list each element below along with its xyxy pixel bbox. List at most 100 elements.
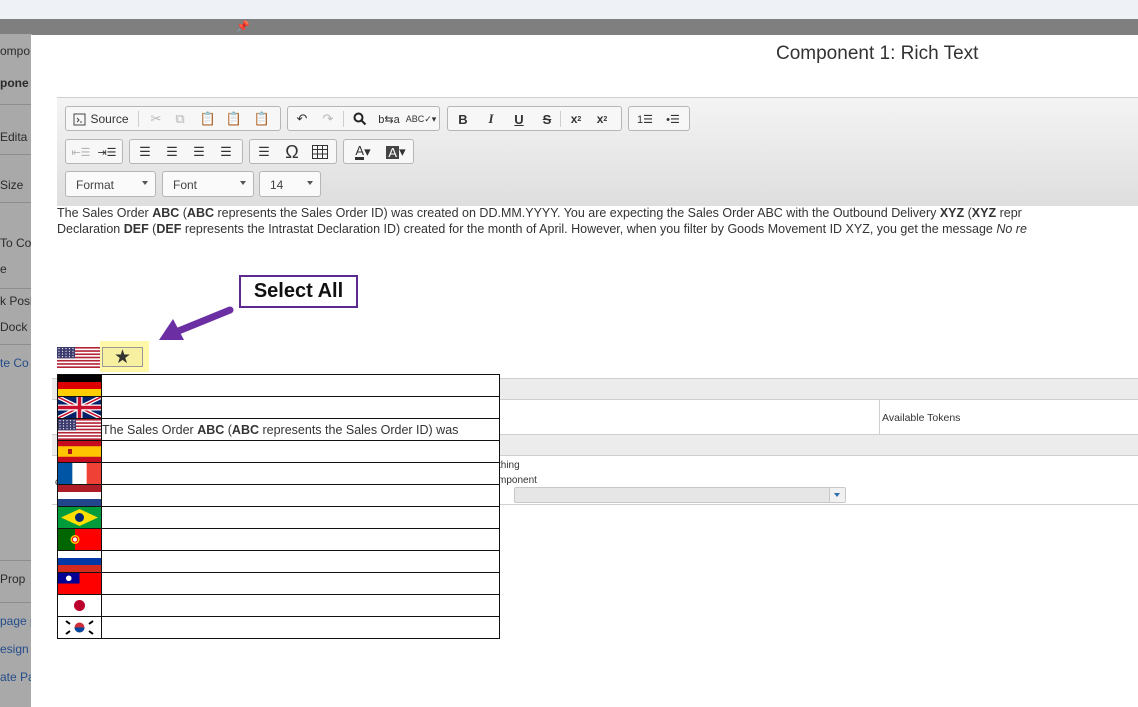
language-translation-table: The Sales Order ABC (ABC represents the … <box>57 374 500 639</box>
paste-word-icon[interactable]: 📋 <box>252 109 272 129</box>
font-size-dropdown[interactable]: 14 <box>259 171 321 197</box>
underline-button[interactable]: U <box>508 109 530 129</box>
background-panel-item: esign <box>0 642 29 656</box>
editor-content[interactable]: The Sales Order ABC (ABC represents the … <box>57 205 1138 237</box>
spellcheck-icon[interactable]: ABC✓▾ <box>406 109 437 129</box>
text-run: No re <box>996 222 1027 236</box>
text-run: ( <box>179 206 187 220</box>
translation-cell[interactable] <box>101 550 500 573</box>
pin-icon[interactable]: 📌 <box>236 20 250 33</box>
source-button[interactable]: Source <box>69 109 133 129</box>
language-row <box>57 396 500 419</box>
special-char-button[interactable]: Ω <box>280 142 304 162</box>
align-justify-icon[interactable]: ☰ <box>215 142 237 162</box>
format-dropdown[interactable]: Format <box>65 171 156 197</box>
translation-cell[interactable] <box>101 396 500 419</box>
language-row <box>57 572 500 595</box>
translation-cell[interactable] <box>101 528 500 551</box>
text-run: The Sales Order <box>57 206 153 220</box>
format-label: Format <box>76 178 115 192</box>
translation-cell[interactable] <box>101 506 500 529</box>
text-run: repr <box>996 206 1022 220</box>
copy-icon[interactable]: ⧉ <box>170 109 190 129</box>
paste-icon[interactable]: 📋 <box>198 109 218 129</box>
form-text-component: mponent <box>498 475 537 486</box>
editor-toolbar: Source ✂ ⧉ 📋 📋 📋 ↶ ↷ b⇆a ABC✓▾ B I U S x… <box>57 97 1138 206</box>
jp-flag-icon <box>57 594 102 617</box>
clipboard-group: Source ✂ ⧉ 📋 📋 📋 <box>65 106 281 131</box>
background-panel-item: ompo <box>0 44 31 58</box>
translation-cell[interactable] <box>101 572 500 595</box>
text-run: Declaration <box>57 222 124 236</box>
outdent-icon[interactable]: ⇤☰ <box>69 142 93 162</box>
fr-flag-icon <box>57 462 102 485</box>
background-panel-item: Edita <box>0 130 28 144</box>
align-center-icon[interactable]: ☰ <box>161 142 183 162</box>
text-color-icon[interactable]: A ▾ <box>348 142 378 162</box>
chevron-down-icon <box>829 488 845 502</box>
text-run: represents the Intrastat Declaration ID)… <box>181 222 997 236</box>
select-all-callout: Select All <box>239 275 358 308</box>
chevron-down-icon <box>240 181 246 185</box>
translation-cell[interactable] <box>101 594 500 617</box>
form-select[interactable] <box>514 487 846 503</box>
translation-cell[interactable] <box>101 462 500 485</box>
table-icon[interactable] <box>308 142 332 162</box>
background-panel-item: pone <box>0 76 29 90</box>
cut-icon[interactable]: ✂ <box>146 109 166 129</box>
ru-flag-icon <box>57 550 102 573</box>
language-row <box>57 616 500 639</box>
language-row <box>57 440 500 463</box>
align-right-icon[interactable]: ☰ <box>188 142 210 162</box>
text-run: XYZ <box>971 206 997 220</box>
background-panel-item: e <box>0 262 7 276</box>
strike-button[interactable]: S <box>536 109 558 129</box>
background-panel-item: te Co <box>0 356 29 370</box>
horizontal-rule-icon[interactable]: ☰ <box>253 142 275 162</box>
source-icon <box>73 113 86 125</box>
basic-styles-group: B I U S x2 x2 <box>447 106 622 131</box>
bold-button[interactable]: B <box>452 109 474 129</box>
redo-icon[interactable]: ↷ <box>318 109 338 129</box>
paste-text-icon[interactable]: 📋 <box>224 109 244 129</box>
text-run: DEF <box>123 222 149 236</box>
background-color-icon[interactable]: A ▾ <box>382 142 410 162</box>
available-tokens-label: Available Tokens <box>882 412 961 424</box>
source-label: Source <box>90 112 129 126</box>
language-row <box>57 484 500 507</box>
text-run: ( <box>964 206 972 220</box>
br-flag-icon <box>57 506 102 529</box>
language-row <box>57 594 500 617</box>
find-icon[interactable] <box>350 109 370 129</box>
undo-icon[interactable]: ↶ <box>292 109 312 129</box>
replace-icon[interactable]: b⇆a <box>378 109 400 129</box>
text-run: ABC <box>186 206 215 220</box>
indent-icon[interactable]: ⇥☰ <box>95 142 119 162</box>
align-left-icon[interactable]: ☰ <box>134 142 156 162</box>
background-panel-item: page p <box>0 614 32 628</box>
text-run: The Sales Order <box>102 422 198 437</box>
bulleted-list-icon[interactable]: •☰ <box>661 109 685 129</box>
background-panel-item: ate Pa <box>0 670 32 684</box>
translation-cell[interactable] <box>101 616 500 639</box>
background-panel-item: Dock <box>0 320 28 334</box>
language-row <box>57 528 500 551</box>
translation-cell[interactable] <box>101 374 500 397</box>
select-all-button[interactable]: ★ <box>102 347 143 368</box>
indent-group: ⇤☰ ⇥☰ <box>65 139 123 164</box>
font-dropdown[interactable]: Font <box>162 171 254 197</box>
font-label: Font <box>173 178 198 192</box>
subscript-icon[interactable]: x2 <box>565 109 587 129</box>
translation-cell[interactable] <box>101 484 500 507</box>
background-left-panel: ompo pone Edita Size To Co e k Posi Dock te Co P… <box>0 34 32 707</box>
translation-cell[interactable]: The Sales Order ABC (ABC represents the … <box>101 418 500 441</box>
translation-cell[interactable] <box>101 440 500 463</box>
italic-button[interactable]: I <box>480 109 502 129</box>
language-row <box>57 374 500 397</box>
top-bar <box>0 0 1138 19</box>
dialog-title: Component 1: Rich Text <box>776 43 979 64</box>
superscript-icon[interactable]: x2 <box>591 109 613 129</box>
form-text-thing: thing <box>498 460 520 471</box>
numbered-list-icon[interactable]: 1☰ <box>633 109 657 129</box>
color-group: A ▾ A ▾ <box>343 139 414 164</box>
